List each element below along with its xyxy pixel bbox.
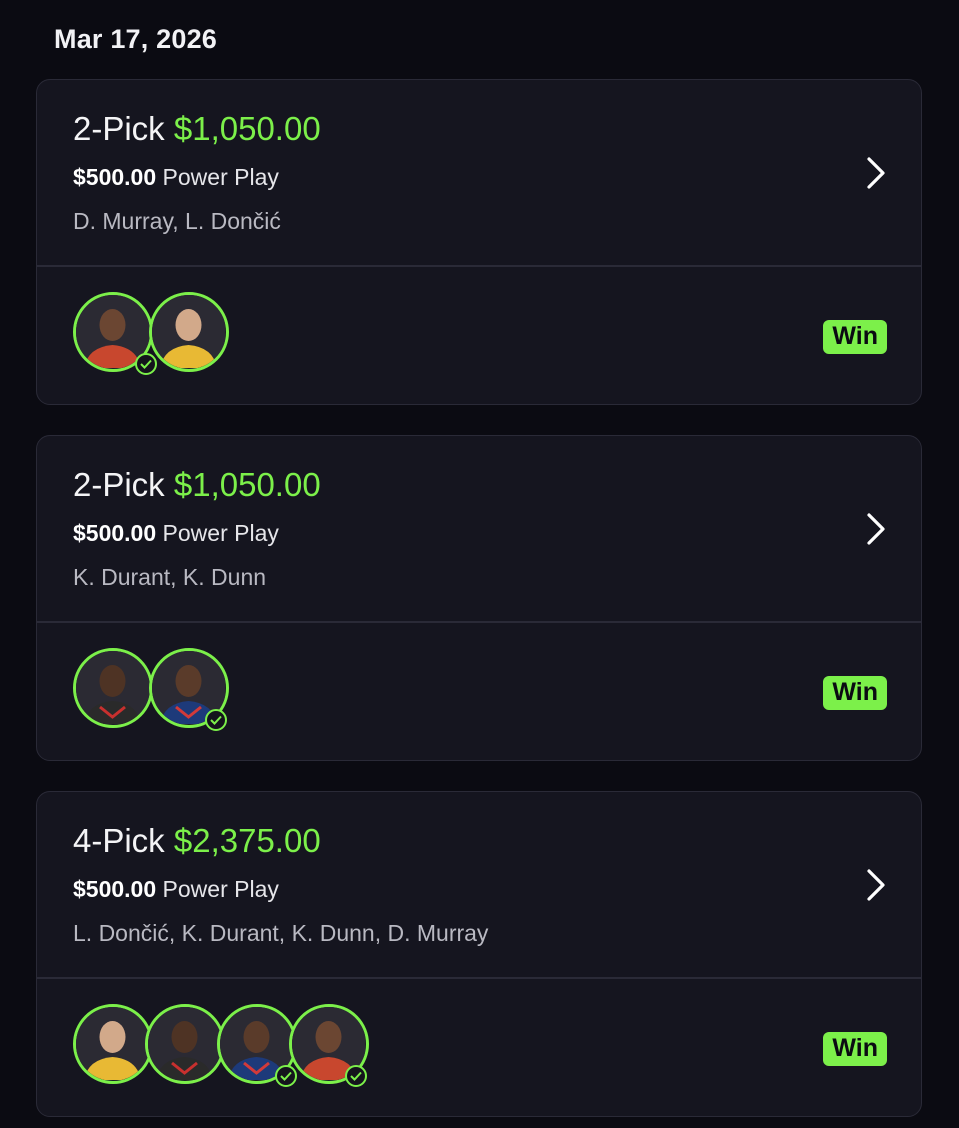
status-badge: Win — [823, 676, 887, 710]
play-type: Power Play — [162, 164, 279, 190]
entry-summary[interactable]: 2-Pick $1,050.00 $500.00 Power Play K. D… — [37, 436, 921, 621]
entry-summary[interactable]: 2-Pick $1,050.00 $500.00 Power Play D. M… — [37, 80, 921, 265]
date-header: Mar 17, 2026 — [54, 24, 218, 54]
pick-label: 2-Pick — [73, 466, 165, 503]
entry-card[interactable]: 4-Pick $2,375.00 $500.00 Power Play L. D… — [36, 791, 922, 1117]
check-icon — [205, 709, 227, 731]
entry-card[interactable]: 2-Pick $1,050.00 $500.00 Power Play D. M… — [36, 79, 922, 405]
player-avatar — [73, 1004, 153, 1084]
players-list: L. Dončić, K. Durant, K. Dunn, D. Murray — [73, 920, 489, 946]
pick-label: 2-Pick — [73, 110, 165, 147]
entry-card[interactable]: 2-Pick $1,050.00 $500.00 Power Play K. D… — [36, 435, 922, 761]
play-type: Power Play — [162, 520, 279, 546]
status-badge: Win — [823, 1032, 887, 1066]
stake-amount: $500.00 — [73, 520, 157, 546]
entry-summary[interactable]: 4-Pick $2,375.00 $500.00 Power Play L. D… — [37, 792, 921, 977]
players-list: D. Murray, L. Dončić — [73, 208, 281, 234]
entry-subtitle: $500.00 Power Play — [73, 164, 279, 191]
stake-amount: $500.00 — [73, 876, 157, 902]
entry-title: 4-Pick $2,375.00 — [73, 822, 321, 860]
player-avatar — [149, 292, 229, 372]
payout-amount: $2,375.00 — [173, 822, 321, 859]
divider — [37, 265, 921, 267]
check-icon — [275, 1065, 297, 1087]
check-icon — [345, 1065, 367, 1087]
status-badge: Win — [823, 320, 887, 354]
chevron-right-icon[interactable] — [865, 512, 887, 546]
entry-subtitle: $500.00 Power Play — [73, 520, 279, 547]
players-list: K. Durant, K. Dunn — [73, 564, 267, 590]
stake-amount: $500.00 — [73, 164, 157, 190]
entry-subtitle: $500.00 Power Play — [73, 876, 279, 903]
divider — [37, 621, 921, 623]
chevron-right-icon[interactable] — [865, 868, 887, 902]
player-avatar — [73, 648, 153, 728]
payout-amount: $1,050.00 — [173, 466, 321, 503]
check-icon — [135, 353, 157, 375]
pick-label: 4-Pick — [73, 822, 165, 859]
divider — [37, 977, 921, 979]
chevron-right-icon[interactable] — [865, 156, 887, 190]
player-avatar — [145, 1004, 225, 1084]
play-type: Power Play — [162, 876, 279, 902]
entry-title: 2-Pick $1,050.00 — [73, 110, 321, 148]
payout-amount: $1,050.00 — [173, 110, 321, 147]
entry-title: 2-Pick $1,050.00 — [73, 466, 321, 504]
